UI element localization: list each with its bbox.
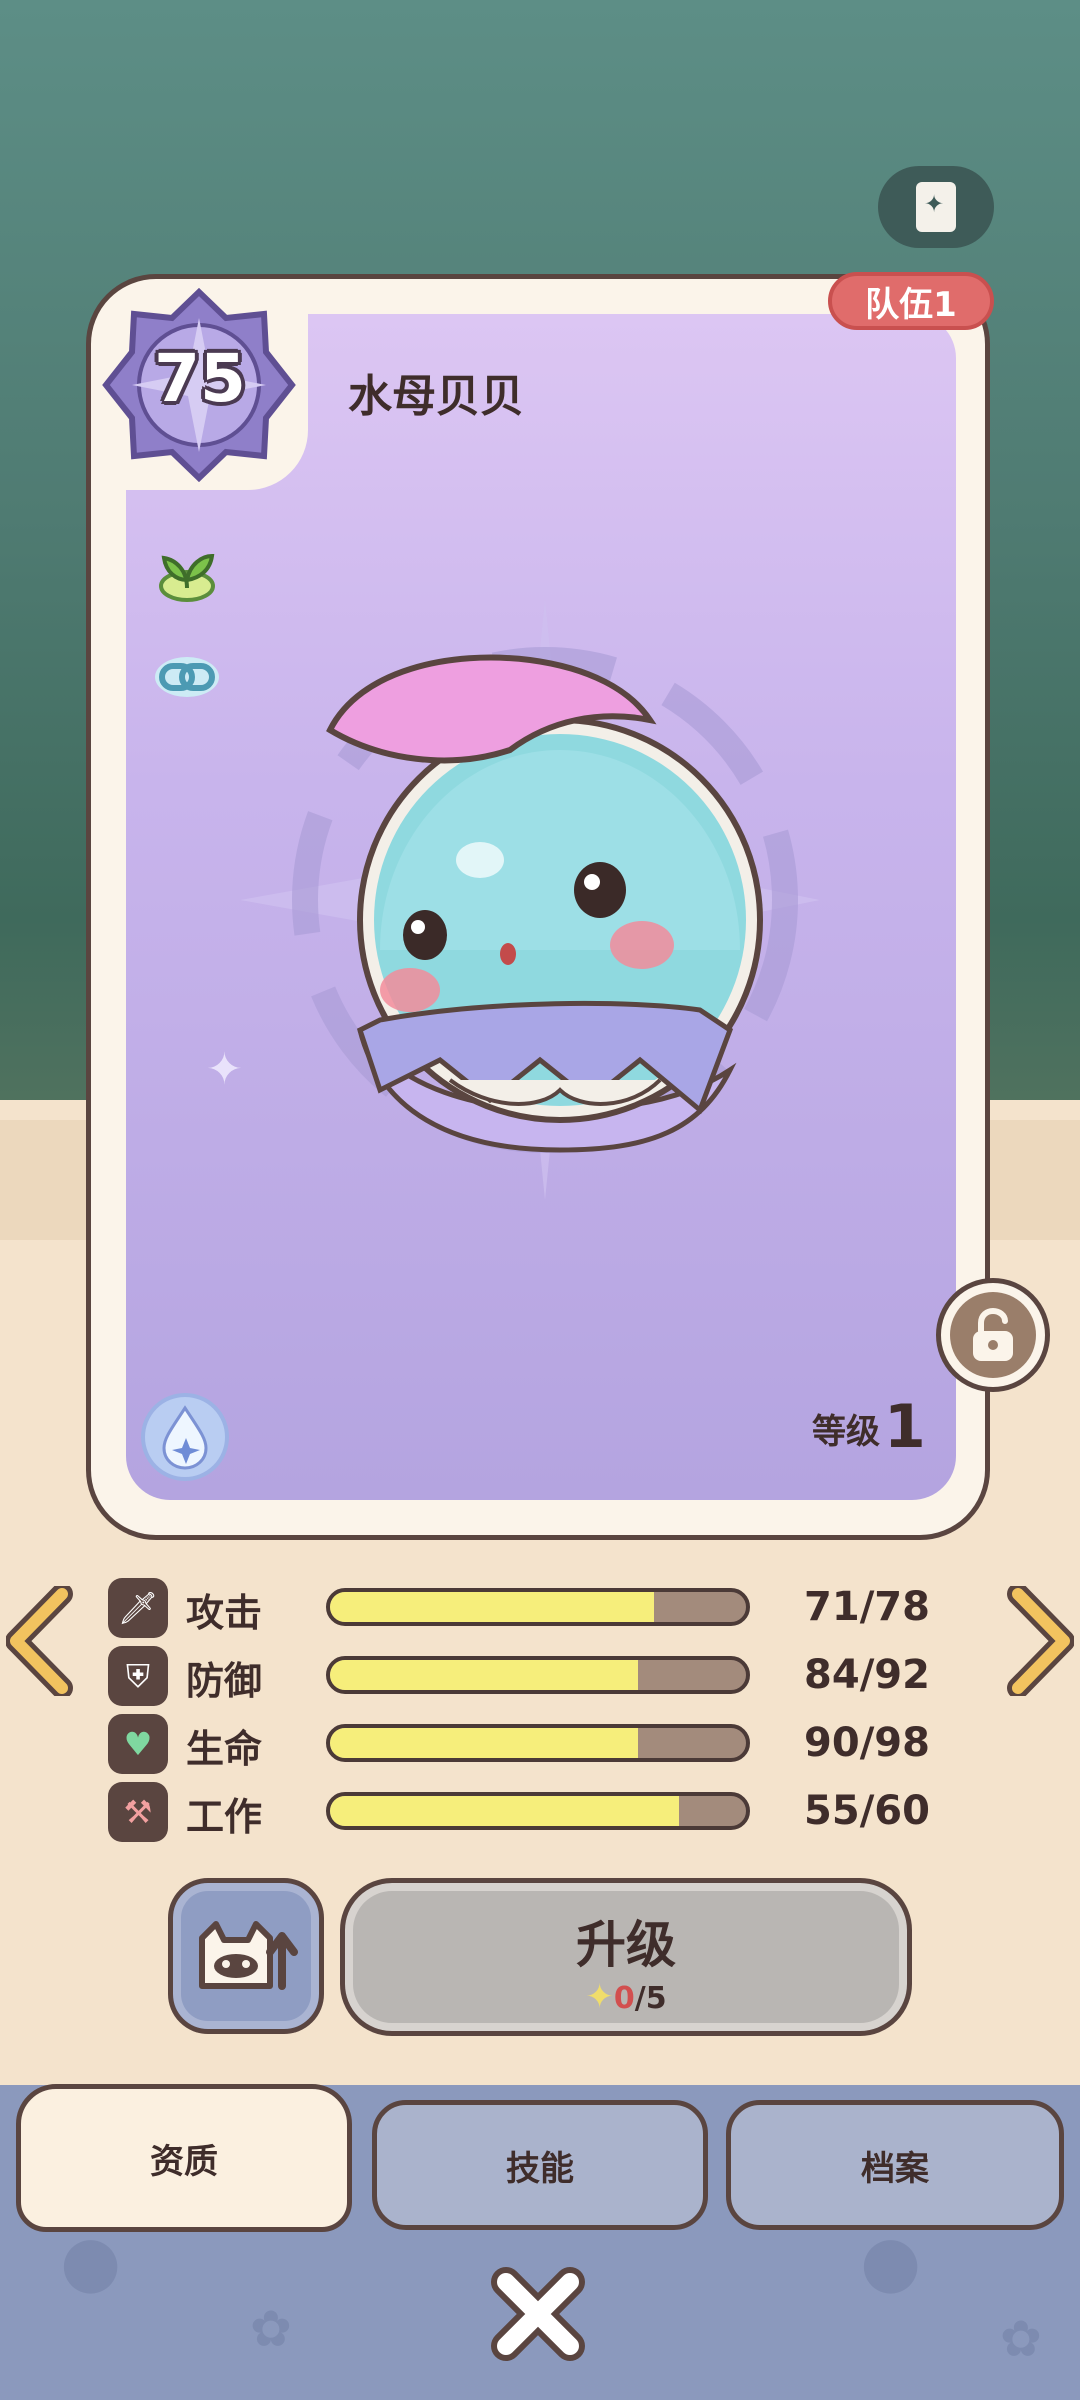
sword-icon: 🗡	[108, 1578, 168, 1638]
stat-row-health: ♥ 生命 90/98	[108, 1714, 968, 1774]
grade-value: 1	[884, 1392, 926, 1462]
heart-up-icon: ♥	[108, 1714, 168, 1774]
collection-button[interactable]	[878, 166, 994, 248]
shield-icon: ⛨	[108, 1646, 168, 1706]
grade-label: 等级	[812, 1412, 880, 1452]
paw-print-icon: ✿	[1000, 2310, 1042, 2368]
stat-bar	[326, 1588, 750, 1626]
evolve-button[interactable]	[168, 1878, 324, 2034]
stat-row-defense: ⛨ 防御 84/92	[108, 1646, 968, 1706]
stat-value: 71/78	[804, 1584, 930, 1630]
stat-label: 生命	[186, 1727, 263, 1771]
jellyfish-character	[240, 600, 820, 1200]
cat-arrow-up-icon	[199, 1921, 298, 1990]
sprout-icon[interactable]	[152, 540, 222, 610]
stat-value: 84/92	[804, 1652, 930, 1698]
pet-level: 75	[154, 340, 246, 417]
link-icon[interactable]	[152, 642, 222, 712]
pet-name: 水母贝贝	[348, 371, 524, 422]
tab-aptitude[interactable]: 资质	[16, 2084, 352, 2232]
team-badge: 队伍1	[828, 272, 994, 330]
stat-bar	[326, 1792, 750, 1830]
stat-bar	[326, 1656, 750, 1694]
hammer-down-icon: ⚒	[108, 1782, 168, 1842]
cost-current: 0	[613, 1981, 635, 2016]
star-fragment-icon: ✦	[585, 1977, 614, 2017]
stat-value: 90/98	[804, 1720, 930, 1766]
paw-print-icon: ✿	[250, 2300, 292, 2358]
stat-bar-fill	[330, 1796, 680, 1826]
upgrade-label: 升级	[576, 1916, 676, 1974]
paw-print-icon: ●	[860, 2220, 922, 2302]
stat-label: 工作	[186, 1795, 263, 1839]
lock-button[interactable]	[936, 1278, 1050, 1392]
sparkle-card-icon	[916, 182, 956, 232]
stat-label: 攻击	[186, 1591, 263, 1635]
stat-label: 防御	[186, 1659, 263, 1703]
stat-row-attack: 🗡 攻击 71/78	[108, 1578, 968, 1638]
upgrade-button[interactable]: 升级 ✦0/5	[340, 1878, 912, 2036]
stat-bar-fill	[330, 1728, 638, 1758]
stat-bar	[326, 1724, 750, 1762]
stat-value: 55/60	[804, 1788, 930, 1834]
tab-profile[interactable]: 档案	[726, 2100, 1064, 2230]
sparkle-icon: ✦	[206, 1044, 243, 1095]
tab-skills[interactable]: 技能	[372, 2100, 708, 2230]
stat-bar-fill	[330, 1592, 655, 1622]
stat-row-work: ⚒ 工作 55/60	[108, 1782, 968, 1842]
cost-required: /5	[634, 1981, 667, 2016]
stat-bar-fill	[330, 1660, 638, 1690]
next-arrow-button[interactable]	[1004, 1586, 1074, 1696]
close-button[interactable]	[490, 2266, 586, 2362]
paw-print-icon: ●	[60, 2220, 122, 2302]
unlock-icon	[973, 1307, 1013, 1361]
previous-arrow-button[interactable]	[6, 1586, 76, 1696]
water-element-icon[interactable]	[140, 1392, 230, 1482]
upgrade-cost: ✦0/5	[345, 1977, 907, 2017]
